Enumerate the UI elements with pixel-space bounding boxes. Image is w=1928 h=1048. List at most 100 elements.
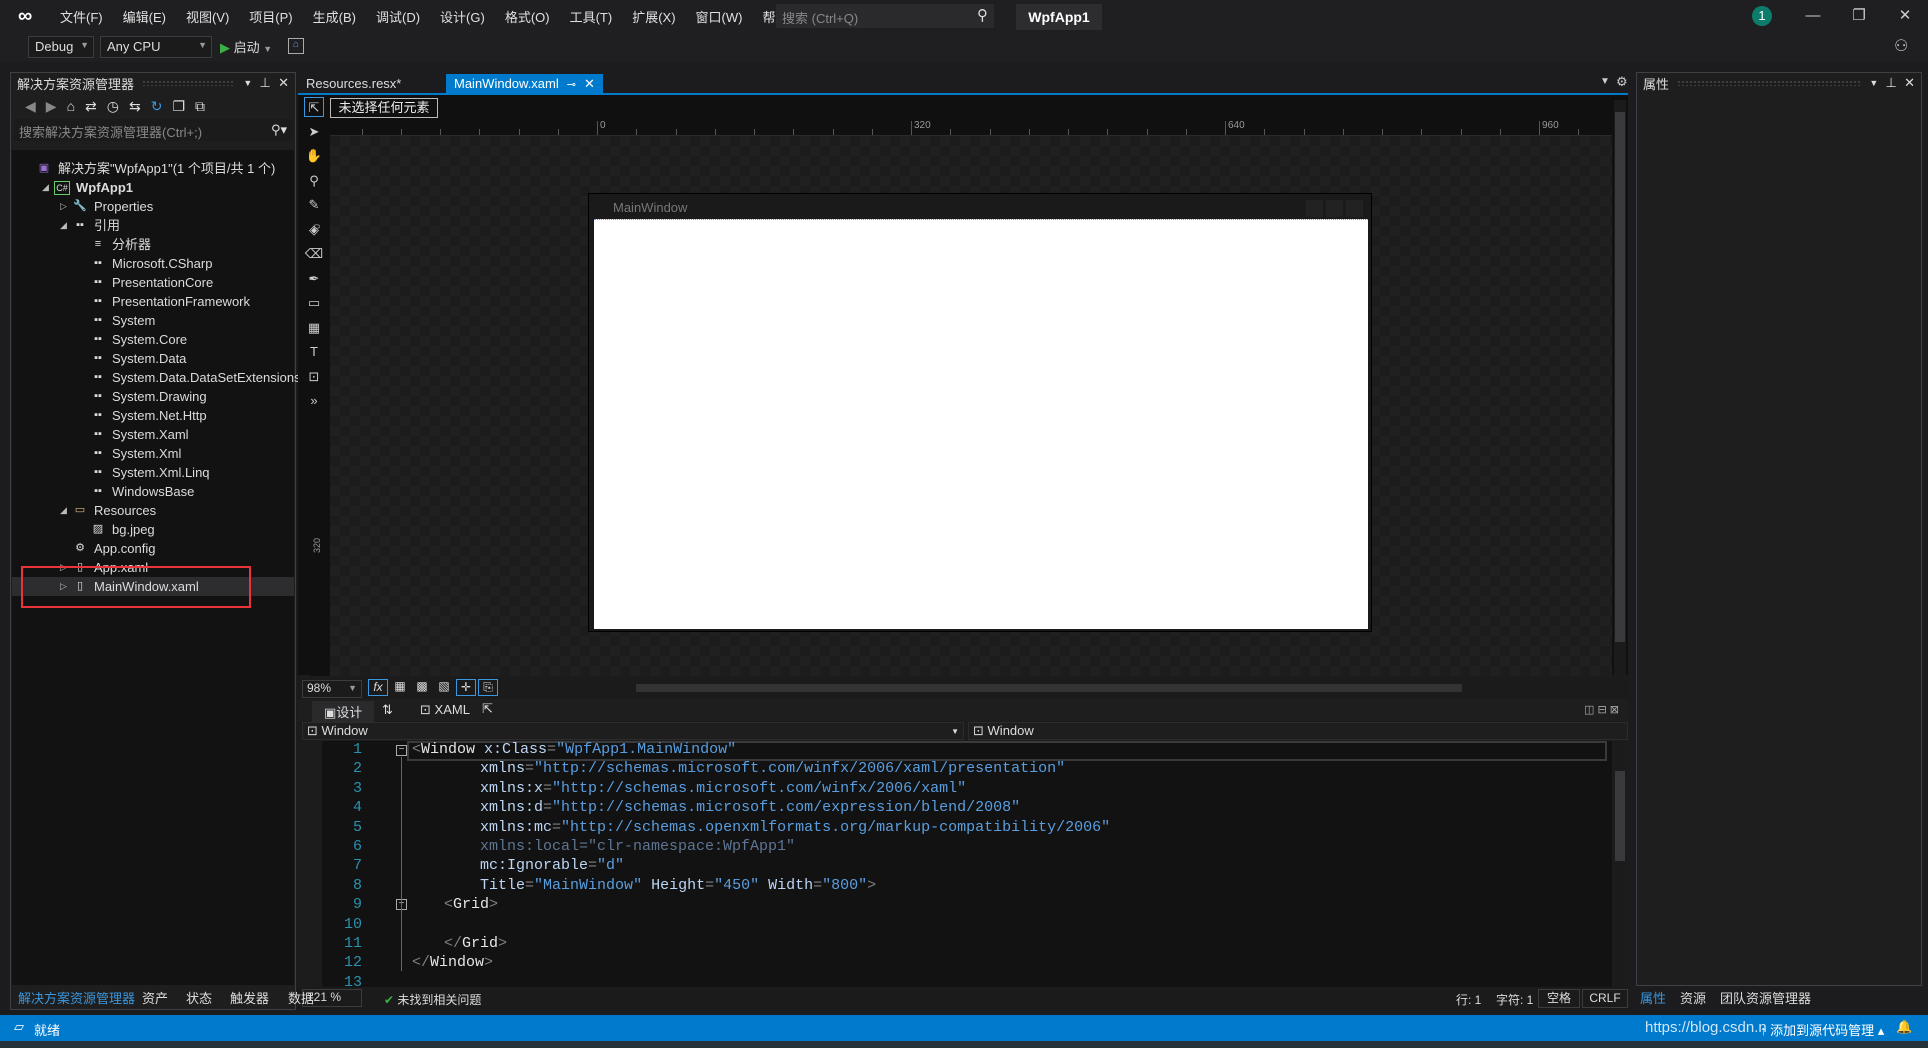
home-icon[interactable]: ⌂ [67, 98, 75, 114]
pending-changes-icon[interactable]: ◷ [107, 98, 119, 115]
bottom-tab[interactable]: 团队资源管理器 [1720, 988, 1811, 1007]
menu-item[interactable]: 编辑(E) [113, 7, 176, 26]
grid-tool-icon[interactable]: ▦ [304, 318, 324, 338]
refresh-icon[interactable]: ↻ [151, 98, 163, 115]
designer-zoom-dropdown[interactable]: 98% ▼ [302, 680, 362, 698]
tree-item[interactable]: ▪▪ System.Net.Http [12, 406, 294, 425]
control-icon[interactable]: ⊡ [304, 367, 324, 387]
tree-item[interactable]: ▣ 解决方案"WpfApp1"(1 个项目/共 1 个) [12, 159, 294, 178]
tab-overflow-icon[interactable]: ▼ [1600, 76, 1610, 87]
collapsed-arrow-icon[interactable]: ▷ [60, 197, 67, 216]
drag-grip[interactable] [142, 80, 236, 86]
bottom-tab[interactable]: 状态 [186, 988, 212, 1007]
tree-item[interactable]: ◢ ▭ Resources [12, 501, 294, 520]
bottom-tab[interactable]: 资产 [142, 988, 168, 1007]
tab-design[interactable]: ▣设计 [312, 701, 375, 722]
type-nav-dropdown[interactable]: ⊡ Window ▼ [302, 722, 964, 740]
expanded-arrow-icon[interactable]: ◢ [60, 501, 67, 520]
grid-icon[interactable]: ▦ [390, 679, 410, 696]
bottom-tab[interactable]: 触发器 [230, 988, 269, 1007]
project-code-icon[interactable]: ⎘ [478, 679, 498, 696]
platform-dropdown[interactable]: Any CPU ▼ [100, 36, 212, 58]
snap-lines-icon[interactable]: ✛ [456, 679, 476, 696]
editor-scrollbar[interactable] [1614, 741, 1626, 987]
tree-item[interactable]: ▪▪ System.Xaml [12, 425, 294, 444]
config-dropdown[interactable]: Debug ▼ [28, 36, 94, 58]
zoom-icon[interactable]: ⚲ [304, 171, 324, 191]
expanded-arrow-icon[interactable]: ◢ [42, 178, 49, 197]
sync-icon[interactable]: ⇆ [129, 98, 141, 115]
tree-item[interactable]: ▪▪ System.Xml.Linq [12, 463, 294, 482]
tree-item[interactable]: ▪▪ WindowsBase [12, 482, 294, 501]
drag-grip[interactable] [1677, 80, 1862, 86]
tree-item[interactable]: ▪▪ System.Xml [12, 444, 294, 463]
back-icon[interactable]: ◀ [25, 98, 36, 115]
eol-indicator[interactable]: CRLF [1582, 989, 1628, 1008]
notification-badge[interactable]: 1 [1752, 6, 1772, 26]
split-layout-icons[interactable]: ◫ ⊟ ⊠ [1584, 703, 1619, 716]
live-share-icon[interactable]: ⚇ [1894, 36, 1908, 56]
search-box[interactable]: 搜索 (Ctrl+Q) ⚲ [776, 4, 994, 28]
tree-item[interactable]: ▨ bg.jpeg [12, 520, 294, 539]
close-button[interactable]: ✕ [1882, 0, 1928, 32]
select-icon[interactable]: ➤ [304, 122, 324, 142]
text-icon[interactable]: T [304, 342, 324, 362]
pin-icon[interactable]: ⊥ [260, 75, 271, 91]
transparency-icon[interactable]: ▧ [434, 679, 454, 696]
start-button[interactable]: ▶ 启动 ▼ [220, 37, 272, 56]
bottom-tab[interactable]: 资源 [1680, 988, 1706, 1007]
tree-item[interactable]: ▪▪ PresentationCore [12, 273, 294, 292]
paint-bucket-icon[interactable]: ◈ [304, 220, 324, 240]
dropdown-icon[interactable]: ▼ [1869, 78, 1878, 88]
menu-item[interactable]: 窗口(W) [686, 7, 753, 26]
dropdown-icon[interactable]: ▼ [243, 78, 252, 88]
close-icon[interactable]: ✕ [278, 75, 289, 91]
indent-indicator[interactable]: 空格 [1538, 989, 1580, 1008]
forward-icon[interactable]: ▶ [46, 98, 57, 115]
menu-item[interactable]: 扩展(X) [622, 7, 685, 26]
tree-item[interactable]: ⚙ App.config [12, 539, 294, 558]
swap-panes-button[interactable]: ⇅ [382, 702, 393, 718]
pan-icon[interactable]: ✋ [304, 146, 324, 166]
window-preview[interactable]: MainWindow [588, 193, 1372, 632]
menu-item[interactable]: 设计(G) [430, 7, 495, 26]
menu-item[interactable]: 文件(F) [50, 7, 113, 26]
snap-grid-icon[interactable]: ▩ [412, 679, 432, 696]
collapse-all-icon[interactable]: ❐ [172, 98, 185, 115]
close-icon[interactable]: ✕ [1904, 75, 1915, 91]
menu-item[interactable]: 格式(O) [495, 7, 560, 26]
gear-icon[interactable]: ⚙ [1616, 74, 1628, 90]
pen-icon[interactable]: ✒ [304, 269, 324, 289]
tree-item[interactable]: ▪▪ System.Data.DataSetExtensions [12, 368, 301, 387]
tree-item[interactable]: ▪▪ Microsoft.CSharp [12, 254, 294, 273]
tree-item[interactable]: ≡ 分析器 [12, 235, 294, 254]
tab-document[interactable]: Resources.resx* [298, 74, 409, 94]
tree-item[interactable]: ▪▪ System [12, 311, 294, 330]
more-tools-icon[interactable]: » [304, 391, 324, 411]
menu-item[interactable]: 生成(B) [303, 7, 366, 26]
bottom-tab[interactable]: 数据 [288, 988, 314, 1007]
close-icon[interactable]: ✕ [584, 76, 595, 91]
tree-item[interactable]: ▪▪ PresentationFramework [12, 292, 294, 311]
tab-xaml[interactable]: ⊡ XAML [420, 702, 470, 718]
member-nav-dropdown[interactable]: ⊡ Window [968, 722, 1628, 740]
eyedropper-icon[interactable]: ✎ [304, 195, 324, 215]
menu-item[interactable]: 工具(T) [560, 7, 623, 26]
pin-icon[interactable]: ⊸ [567, 79, 576, 91]
menu-item[interactable]: 项目(P) [239, 7, 302, 26]
pointer-icon[interactable]: ⇱ [304, 97, 324, 117]
expanded-arrow-icon[interactable]: ◢ [60, 216, 67, 235]
tree-item[interactable]: ▪▪ System.Data [12, 349, 294, 368]
source-control-button[interactable]: ↑ 添加到源代码管理 ▴ [1760, 1020, 1884, 1039]
vertical-scrollbar[interactable] [1614, 100, 1626, 675]
tree-item[interactable]: ▪▪ System.Drawing [12, 387, 294, 406]
selection-breadcrumb[interactable]: 未选择任何元素 [330, 98, 438, 118]
rectangle-icon[interactable]: ▭ [304, 293, 324, 313]
switch-views-icon[interactable]: ⇄ [85, 98, 97, 115]
pin-icon[interactable]: ⊥ [1886, 75, 1897, 91]
window-client-area[interactable] [594, 219, 1368, 629]
eraser-icon[interactable]: ⌫ [304, 244, 324, 264]
issues-indicator[interactable]: ✔ 未找到相关问题 [384, 991, 481, 1008]
popout-icon[interactable]: ⇱ [482, 701, 493, 717]
tree-item[interactable]: ◢ C# WpfApp1 [12, 178, 294, 197]
